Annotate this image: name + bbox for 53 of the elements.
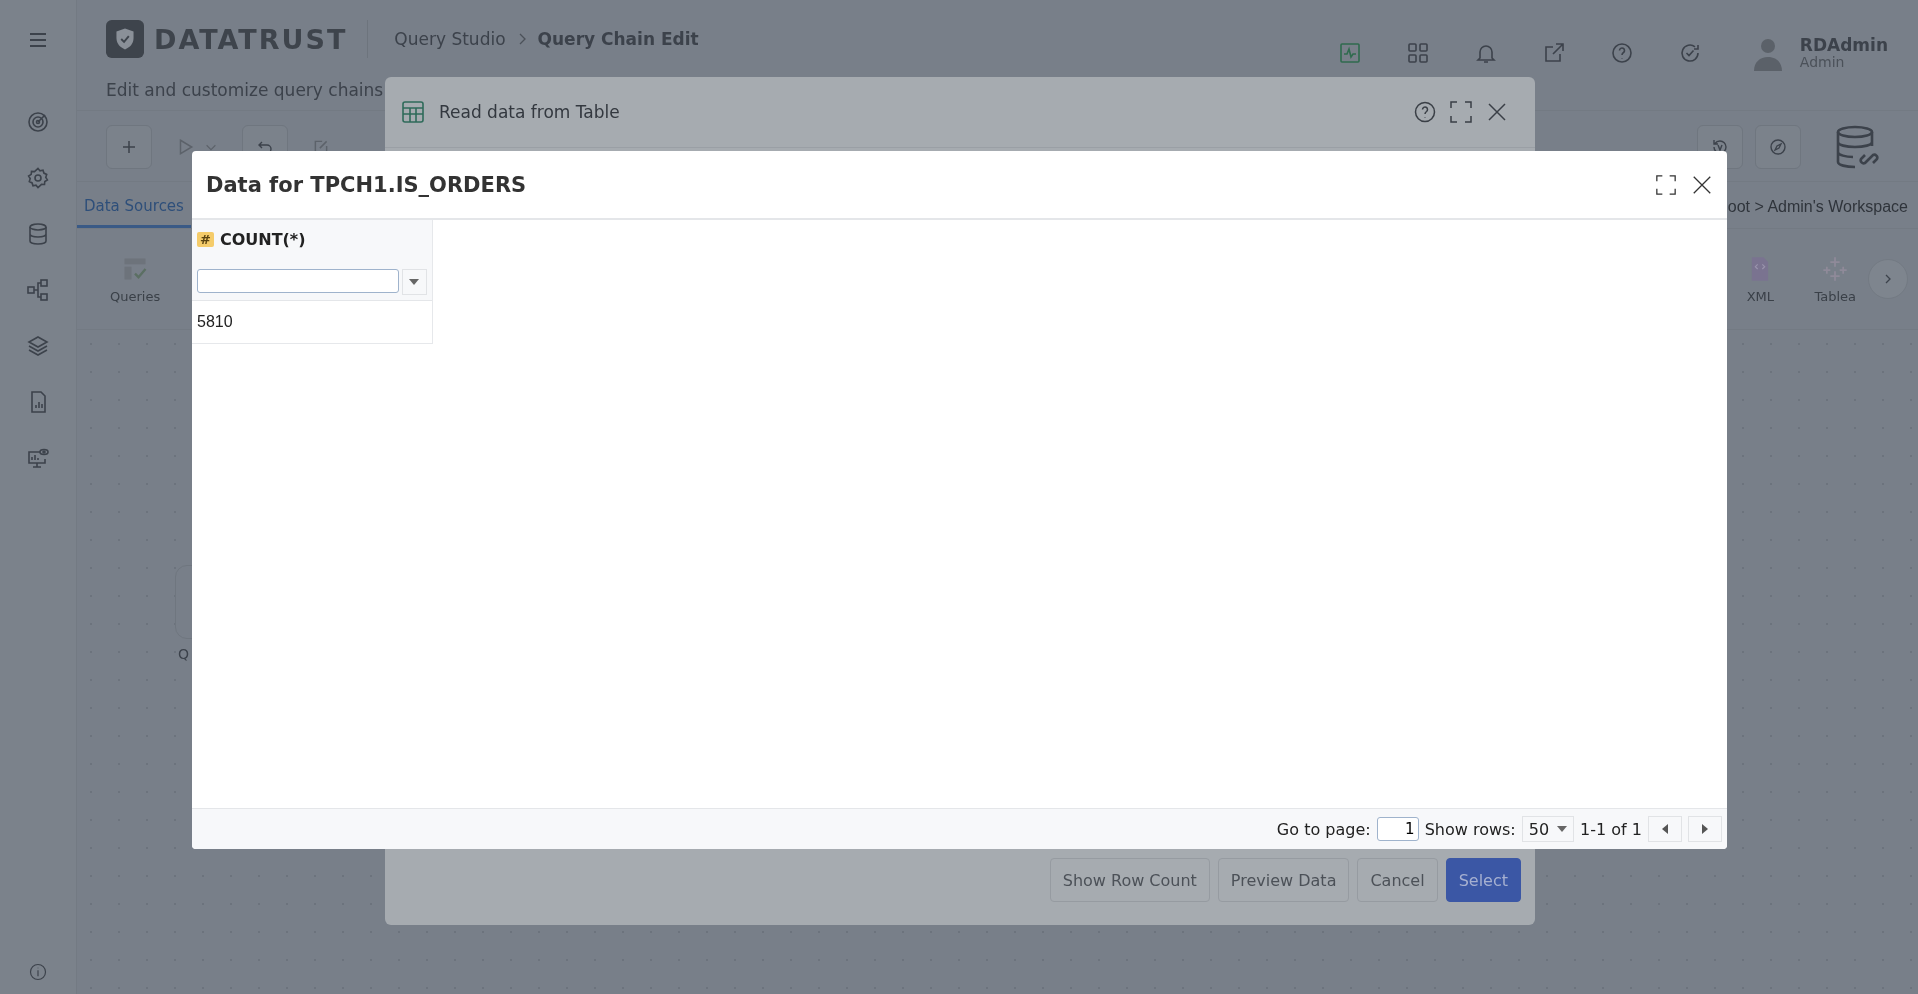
caret-down-icon: [409, 279, 420, 285]
user-name: RDAdmin: [1799, 36, 1888, 55]
compass-button[interactable]: [1755, 125, 1801, 169]
activity-icon[interactable]: [1337, 41, 1362, 65]
info-icon[interactable]: [28, 962, 48, 982]
table-cell: 5810: [192, 301, 432, 344]
number-type-badge: #: [197, 232, 214, 247]
layers-icon[interactable]: [26, 334, 50, 358]
go-to-page-label: Go to page:: [1276, 819, 1371, 839]
filter-field[interactable]: [197, 269, 399, 293]
menu-icon[interactable]: [28, 32, 48, 48]
breadcrumb-current: Query Chain Edit: [537, 29, 699, 49]
node-label: Q: [178, 646, 190, 662]
page-number-field[interactable]: 1: [1376, 817, 1419, 841]
flow-icon[interactable]: [26, 278, 50, 302]
maximize-icon[interactable]: [1655, 173, 1677, 196]
filter-dropdown-button[interactable]: [401, 269, 427, 295]
show-rows-label: Show rows:: [1424, 819, 1516, 839]
triangle-left-icon: [1662, 824, 1668, 834]
grid-icon[interactable]: [1405, 41, 1430, 65]
source-label[interactable]: Tablea: [1814, 288, 1856, 304]
previous-page-button[interactable]: [1648, 816, 1682, 842]
workspace-path[interactable]: oot > Admin's Workspace: [1727, 198, 1918, 228]
triangle-right-icon: [1702, 824, 1708, 834]
dialog-button[interactable]: Preview Data: [1217, 858, 1350, 902]
maximize-icon[interactable]: [1449, 100, 1473, 124]
table-icon: [401, 100, 425, 124]
database-icon[interactable]: [26, 222, 50, 246]
monitor-eye-icon[interactable]: [26, 446, 50, 470]
add-button[interactable]: [106, 125, 152, 169]
next-page-button[interactable]: [1688, 816, 1722, 842]
page-range: 1-1 of 1: [1580, 819, 1642, 839]
help-icon[interactable]: [1609, 41, 1634, 65]
help-icon[interactable]: [1413, 100, 1437, 124]
target-icon[interactable]: [26, 110, 50, 134]
dialog-button[interactable]: Select: [1445, 858, 1521, 902]
settings-icon[interactable]: [26, 166, 50, 190]
plus-icon: [121, 139, 137, 155]
compass-icon: [1768, 137, 1788, 157]
column-name[interactable]: COUNT(*): [219, 230, 306, 249]
rows-per-page-select[interactable]: 50: [1521, 816, 1575, 842]
source-label[interactable]: Queries: [110, 288, 161, 304]
dialog-button[interactable]: Show Row Count: [1049, 858, 1210, 902]
chevron-right-icon: [517, 33, 526, 45]
caret-down-icon: [1557, 826, 1568, 832]
tab[interactable]: Data Sources: [77, 197, 191, 228]
dialog-button[interactable]: Cancel: [1357, 858, 1438, 902]
breadcrumb-link[interactable]: Query Studio: [394, 29, 506, 49]
chevron-right-icon: [1883, 274, 1893, 284]
shield-logo-icon: [106, 20, 144, 58]
dialog-title: Data for TPCH1.IS_ORDERS: [206, 172, 527, 197]
brand-name: DATATRUST: [154, 23, 348, 55]
source-label[interactable]: XML: [1746, 288, 1775, 304]
